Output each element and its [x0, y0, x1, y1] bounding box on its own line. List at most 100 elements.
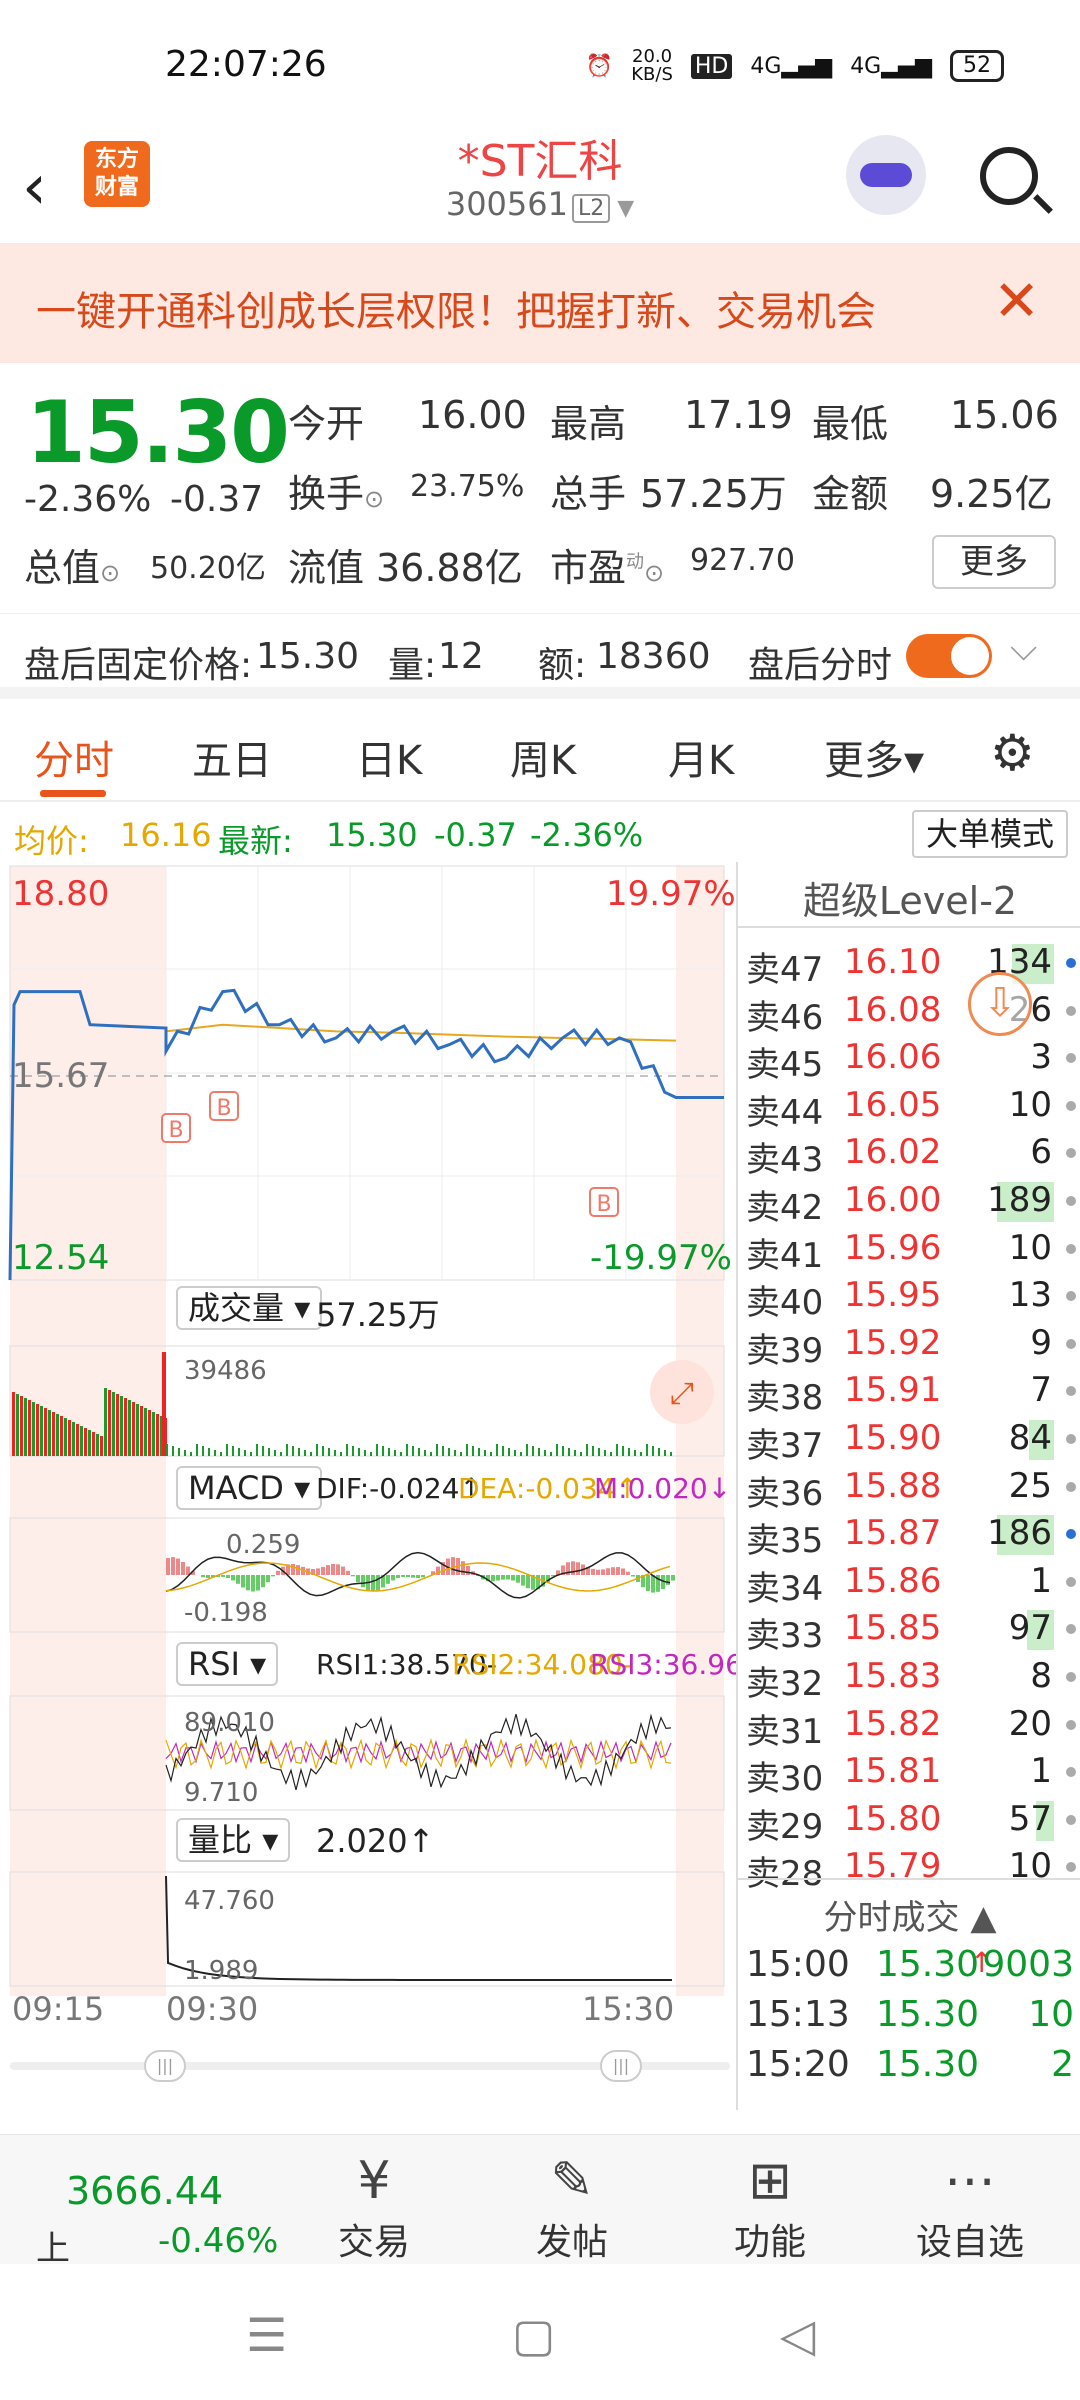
chevron-down-icon[interactable]: ⌵ — [1010, 628, 1037, 670]
order-book-row[interactable]: 卖44 16.05 10 — [738, 1081, 1080, 1133]
close-icon[interactable]: ✕ — [993, 269, 1040, 334]
macd-bar — [406, 1575, 410, 1578]
big-order-mode-button[interactable]: 大单模式 — [912, 810, 1068, 858]
volume-bar — [244, 1450, 246, 1456]
order-book-row[interactable]: 卖29 15.80 57 — [738, 1795, 1080, 1847]
volume-bar — [32, 1402, 35, 1456]
macd-bar — [526, 1575, 530, 1589]
order-book-row[interactable]: 卖31 15.82 20 — [738, 1700, 1080, 1752]
order-dot-icon — [1066, 1053, 1076, 1064]
nav-trade[interactable]: ¥ 交易 — [314, 2149, 434, 2265]
order-price: 16.00 — [844, 1180, 942, 1220]
volume-bar — [316, 1444, 318, 1456]
volume-bar — [166, 1444, 168, 1456]
order-book-row[interactable]: 卖42 16.00 189 — [738, 1176, 1080, 1228]
download-icon[interactable]: ⇩ — [968, 972, 1032, 1036]
macd-bar — [421, 1575, 425, 1578]
gear-icon[interactable]: ⚙ — [990, 724, 1035, 782]
tick-time: 15:00 — [746, 1944, 850, 1985]
nav-add-watchlist[interactable]: ⋯ 设自选 — [910, 2149, 1030, 2265]
volume-ratio-select[interactable]: 量比 ▾ — [176, 1818, 291, 1862]
macd-bar — [596, 1569, 600, 1575]
volume-bar — [340, 1452, 342, 1456]
order-book-row[interactable]: 卖47 16.10 134 — [738, 938, 1080, 990]
volume-bar — [436, 1444, 438, 1456]
volume-bar — [628, 1448, 630, 1456]
nav-functions[interactable]: ⊞ 功能 — [710, 2149, 830, 2265]
volume-bar — [92, 1432, 95, 1456]
order-book-row[interactable]: 卖32 15.83 8 — [738, 1652, 1080, 1704]
volume-bar — [598, 1448, 600, 1456]
macd-bar — [221, 1575, 225, 1577]
order-level-label: 卖36 — [746, 1473, 824, 1514]
rsi-indicator-select[interactable]: RSI ▾ — [176, 1642, 279, 1686]
order-book-row[interactable]: 卖33 15.85 97 — [738, 1604, 1080, 1656]
order-level-label: 卖47 — [746, 950, 824, 990]
volume-bar — [562, 1446, 564, 1456]
volume-bar — [140, 1406, 143, 1456]
volume-indicator-select[interactable]: 成交量 ▾ — [176, 1286, 323, 1330]
search-icon[interactable] — [980, 147, 1038, 205]
level2-title[interactable]: 超级Level-2 — [738, 870, 1080, 925]
order-book-row[interactable]: 卖41 15.96 10 — [738, 1224, 1080, 1276]
promo-banner[interactable]: 一键开通科创成长层权限！把握打新、交易机会 ✕ — [0, 243, 1080, 363]
scroll-handle-right[interactable]: ||| — [600, 2050, 642, 2082]
order-book-row[interactable]: 卖30 15.81 1 — [738, 1747, 1080, 1799]
intraday-chart[interactable]: B B B ⤢ 18.80 19.97% 15.67 12.54 -19.97% 成交… — [0, 862, 771, 2002]
tab-five-day[interactable]: 五日 — [192, 728, 272, 786]
macd-top: 0.259 — [226, 1530, 301, 1560]
volume-bar — [190, 1452, 192, 1456]
order-dot-icon — [1066, 1386, 1076, 1397]
order-book-row[interactable]: 卖45 16.06 3 — [738, 1033, 1080, 1085]
scroll-handle-left[interactable]: ||| — [144, 2050, 186, 2082]
order-book-row[interactable]: 卖40 15.95 13 — [738, 1271, 1080, 1323]
volume-bar — [472, 1446, 474, 1456]
order-dot-icon — [1066, 1481, 1076, 1492]
macd-indicator-select[interactable]: MACD ▾ — [176, 1466, 323, 1510]
alarm-icon: ⏰ — [585, 53, 614, 79]
tab-weekly-k[interactable]: 周K — [510, 728, 576, 786]
macd-bar — [646, 1575, 650, 1591]
tab-daily-k[interactable]: 日K — [356, 728, 422, 786]
volume-bar — [484, 1450, 486, 1456]
order-price: 15.83 — [844, 1656, 942, 1696]
volume-bar — [214, 1450, 216, 1456]
after-hours-toggle[interactable] — [906, 634, 992, 678]
volume-bar — [646, 1444, 648, 1456]
macd-bar — [341, 1566, 345, 1575]
order-price: 15.80 — [844, 1798, 942, 1839]
order-book-row[interactable]: 卖34 15.86 1 — [738, 1557, 1080, 1609]
volume-bar — [144, 1408, 147, 1456]
order-book-row[interactable]: 卖38 15.91 7 — [738, 1366, 1080, 1418]
more-button[interactable]: 更多 — [932, 535, 1056, 589]
order-price: 16.05 — [844, 1084, 942, 1125]
back-triangle-icon[interactable]: ◁ — [780, 2308, 815, 2362]
volume-bar — [514, 1450, 516, 1456]
volume-bar — [550, 1452, 552, 1456]
order-book-row[interactable]: 卖35 15.87 186 — [738, 1509, 1080, 1561]
level2-panel: 超级Level-2 卖4716.10134卖4616.0826卖4516.063… — [736, 862, 1080, 2110]
order-book-row[interactable]: 卖36 15.88 25 — [738, 1462, 1080, 1514]
volume-bar — [68, 1420, 71, 1456]
ah-toggle-label: 盘后分时 — [748, 645, 893, 686]
order-dot-icon — [1066, 1672, 1076, 1682]
order-book-row[interactable]: 卖37 15.90 84 — [738, 1414, 1080, 1466]
volume-bar — [268, 1448, 270, 1456]
order-book-row[interactable]: 卖43 16.02 6 — [738, 1128, 1080, 1180]
order-price: 15.92 — [844, 1322, 942, 1363]
macd-bar — [376, 1575, 380, 1591]
menu-icon[interactable]: ☰ — [246, 2308, 287, 2362]
assistant-robot-icon[interactable] — [846, 135, 926, 215]
nav-post[interactable]: ✎ 发帖 — [512, 2149, 632, 2265]
home-icon[interactable]: ▢ — [512, 2308, 555, 2362]
latest-label: 最新: — [218, 822, 293, 860]
macd-bar — [386, 1575, 390, 1584]
tab-monthly-k[interactable]: 月K — [668, 728, 734, 786]
tick-row: 15:20 15.30 2 — [738, 2040, 1080, 2090]
tab-intraday[interactable]: 分时 — [34, 728, 114, 786]
order-book-row[interactable]: 卖28 15.79 10 — [738, 1842, 1080, 1894]
tab-more[interactable]: 更多▾ — [824, 728, 924, 786]
ticks-title[interactable]: 分时成交 ▲ — [738, 1890, 1080, 1939]
volume-bar — [24, 1398, 27, 1456]
order-book-row[interactable]: 卖39 15.92 9 — [738, 1319, 1080, 1371]
